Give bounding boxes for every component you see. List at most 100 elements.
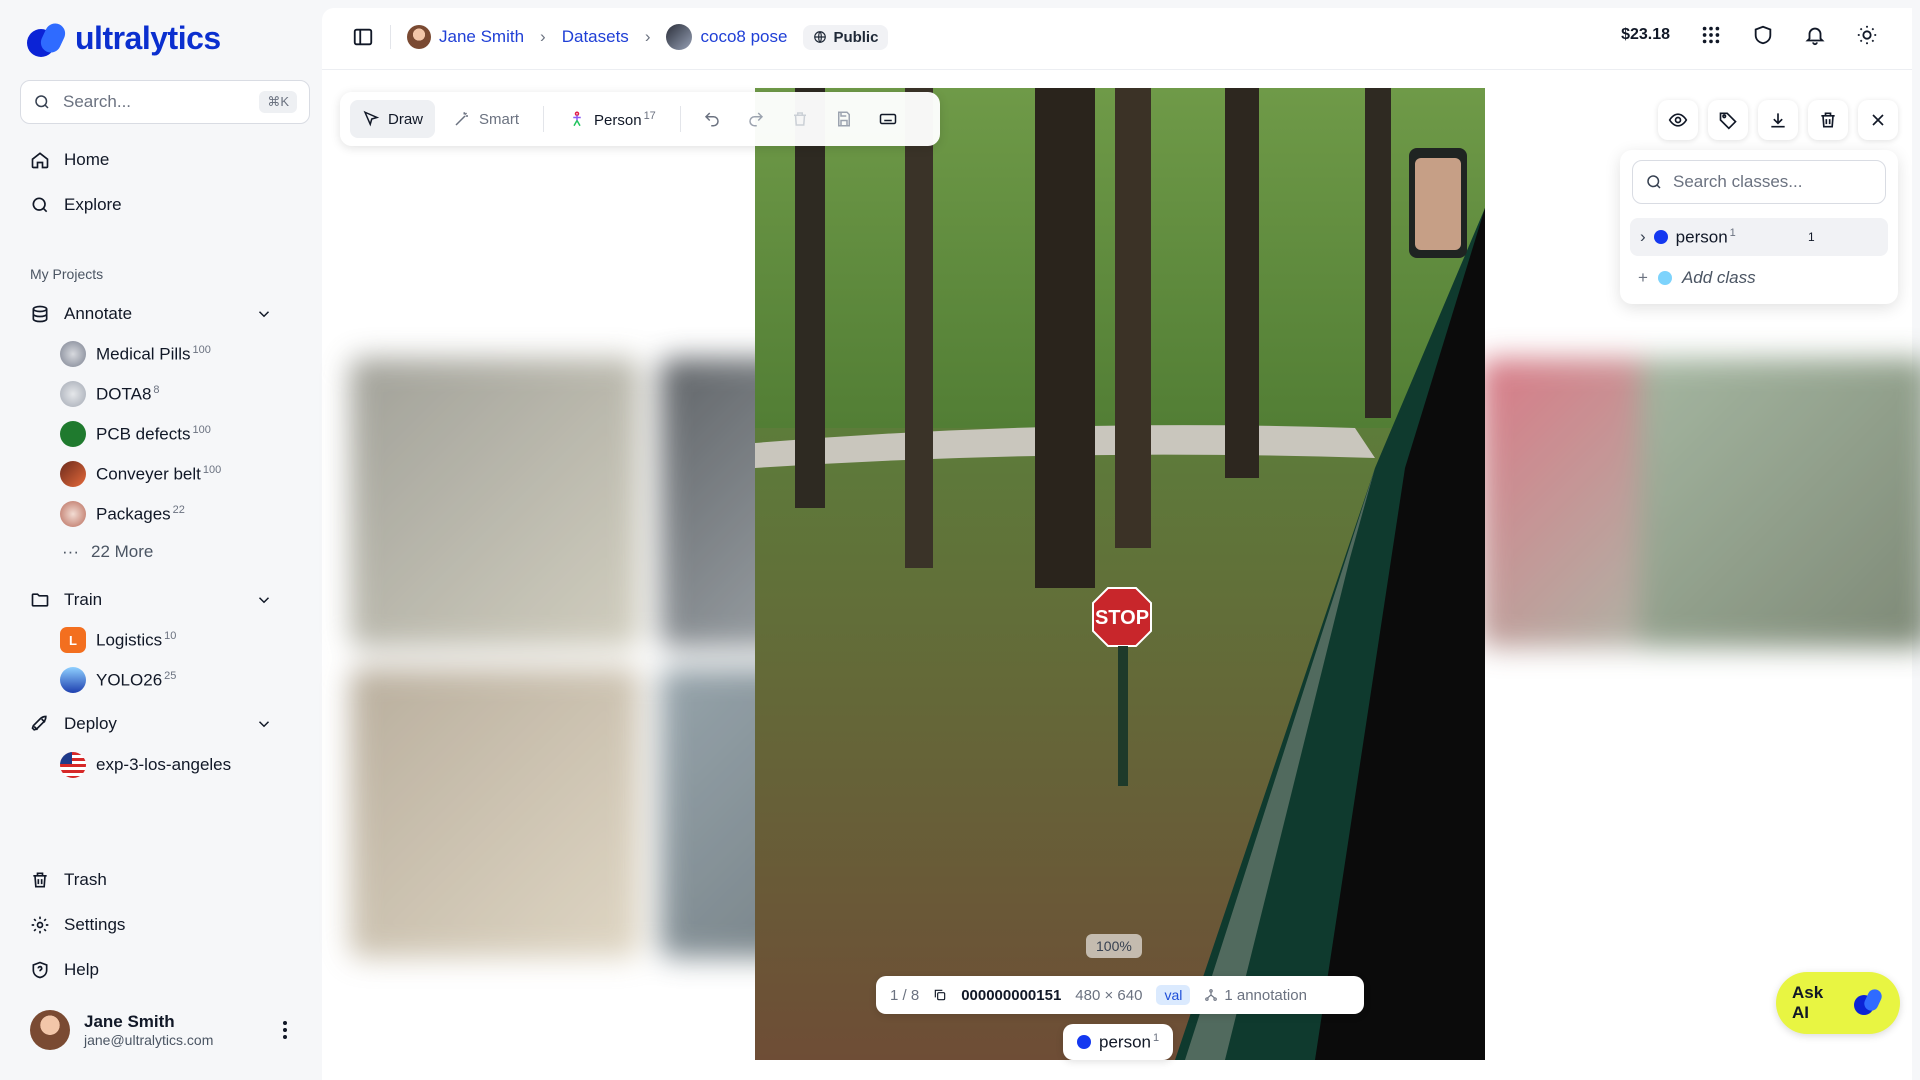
class-row-person[interactable]: › person 1 1 — [1630, 218, 1888, 256]
my-projects-label: My Projects — [30, 266, 104, 282]
annotation-count-label: 1 annotation — [1224, 986, 1307, 1004]
us-flag-icon — [60, 752, 86, 778]
search-icon — [1647, 175, 1661, 189]
chevron-right-icon[interactable]: › — [1640, 227, 1646, 247]
divider — [543, 106, 545, 132]
topbar-actions: $23.18 — [1621, 24, 1878, 46]
nav-deploy-label: Deploy — [64, 714, 117, 733]
avatar — [30, 1010, 70, 1050]
bell-icon[interactable] — [1804, 24, 1826, 46]
add-class-button[interactable]: + Add class — [1638, 268, 1756, 288]
nav-train-label: Train — [64, 590, 103, 609]
project-logistics[interactable]: L Logistics 10 — [60, 626, 176, 654]
nav-annotate[interactable]: Annotate — [30, 300, 132, 328]
project-exp-3-los-angeles[interactable]: exp-3-los-angeles — [60, 751, 231, 779]
toggle-visibility-button[interactable] — [1658, 100, 1698, 140]
divider — [679, 106, 681, 132]
add-class-label: Add class — [1681, 268, 1756, 287]
nav-train[interactable]: Train — [30, 586, 102, 614]
smart-tool-button[interactable]: Smart — [441, 100, 531, 138]
nav-settings[interactable]: Settings — [30, 911, 125, 939]
nav-trash[interactable]: Trash — [30, 866, 107, 894]
project-count: 25 — [164, 669, 177, 682]
sun-icon[interactable] — [1856, 24, 1878, 46]
nav-annotate-label: Annotate — [64, 304, 133, 323]
project-yolo26[interactable]: YOLO26 25 — [60, 666, 176, 694]
project-medical-pills[interactable]: Medical Pills 100 — [60, 340, 211, 368]
breadcrumb-dataset[interactable]: coco8 pose — [700, 27, 787, 47]
eye-icon — [1668, 113, 1688, 127]
project-packages[interactable]: Packages 22 — [60, 500, 185, 528]
project-pcb-defects[interactable]: PCB defects 100 — [60, 420, 211, 448]
shield-icon[interactable] — [1752, 24, 1774, 46]
zoom-level[interactable]: 100% — [1086, 934, 1142, 958]
chevron-down-icon[interactable] — [255, 715, 273, 733]
nav-trash-label: Trash — [64, 870, 107, 889]
brand-logo[interactable]: ultralytics — [27, 19, 221, 57]
visibility-badge: Public — [803, 24, 889, 50]
chevron-down-icon[interactable] — [255, 591, 273, 609]
sidebar: ultralytics Search... ⌘K Home Explore My… — [0, 0, 322, 1080]
nav-help[interactable]: Help — [30, 956, 99, 984]
user-profile[interactable]: Jane Smith jane@ultralytics.com — [30, 1010, 213, 1050]
close-viewer-button[interactable] — [1858, 100, 1898, 140]
project-count: 100 — [192, 423, 211, 436]
undo-icon — [704, 112, 719, 127]
project-dota8[interactable]: DOTA8 8 — [60, 380, 160, 408]
class-panel: Search classes... › person 1 1 + Add clas… — [1620, 150, 1898, 304]
delete-image-button[interactable] — [1808, 100, 1848, 140]
annotation-label: person — [1099, 1032, 1151, 1052]
draw-tool-button[interactable]: Draw — [350, 100, 436, 138]
project-thumbnail — [60, 461, 86, 487]
project-label: Conveyer belt — [96, 464, 201, 484]
chevron-down-icon[interactable] — [255, 305, 273, 323]
project-label: YOLO26 — [96, 670, 163, 690]
more-vertical-icon[interactable] — [282, 1020, 288, 1040]
project-conveyer-belt[interactable]: Conveyer belt 100 — [60, 460, 221, 488]
visibility-label: Public — [833, 28, 879, 46]
download-button[interactable] — [1758, 100, 1798, 140]
redo-button[interactable] — [737, 100, 775, 138]
project-label: Logistics — [96, 630, 163, 650]
keyboard-shortcuts-button[interactable] — [869, 100, 907, 138]
viewer-actions — [1658, 100, 1898, 140]
class-sup: 1 — [1729, 226, 1736, 239]
search-icon — [35, 95, 49, 109]
delete-annotation-button[interactable] — [781, 100, 819, 138]
breadcrumb-datasets[interactable]: Datasets — [562, 27, 629, 47]
annotation-toolbar: Draw Smart Person 17 — [340, 92, 940, 146]
split-badge[interactable]: val — [1156, 985, 1191, 1005]
help-icon — [32, 961, 48, 979]
tag-button[interactable] — [1708, 100, 1748, 140]
nav-home[interactable]: Home — [30, 146, 109, 174]
apps-grid-icon[interactable] — [1700, 24, 1722, 46]
top-bar: Jane Smith › Datasets › coco8 pose Publi… — [322, 8, 1912, 70]
user-avatar-icon — [407, 25, 431, 49]
sidebar-toggle-icon[interactable] — [352, 26, 374, 48]
image-dimensions: 480 × 640 — [1075, 986, 1143, 1004]
nav-home-label: Home — [64, 150, 110, 169]
nav-explore[interactable]: Explore — [30, 191, 122, 219]
annotation-image[interactable]: STOP — [755, 88, 1485, 1060]
more-projects-link[interactable]: ··· 22 More — [62, 542, 153, 562]
chevron-right-icon: › — [644, 27, 651, 46]
ask-ai-button[interactable]: Ask AI — [1776, 972, 1900, 1034]
account-balance[interactable]: $23.18 — [1621, 26, 1670, 44]
nav-deploy[interactable]: Deploy — [30, 710, 117, 738]
sidebar-search[interactable]: Search... ⌘K — [20, 80, 310, 124]
copy-icon[interactable] — [933, 988, 947, 1002]
class-selector[interactable]: Person 17 — [556, 100, 668, 138]
image-info-bar: 1 / 8 000000000151 480 × 640 val 1 annot… — [876, 976, 1364, 1014]
annotation-label-sup: 1 — [1152, 1031, 1160, 1044]
gear-icon — [31, 916, 49, 934]
breadcrumb-user[interactable]: Jane Smith — [439, 27, 524, 47]
project-count: 10 — [164, 629, 177, 642]
annotation-label-chip[interactable]: person 1 — [1063, 1024, 1174, 1060]
undo-button[interactable] — [693, 100, 731, 138]
cursor-icon — [363, 110, 380, 127]
class-color-dot — [1077, 1035, 1091, 1049]
class-search-input[interactable]: Search classes... — [1632, 160, 1886, 204]
forest-scene-image: STOP — [755, 88, 1485, 1060]
folder-icon — [31, 593, 49, 607]
save-button[interactable] — [825, 100, 863, 138]
